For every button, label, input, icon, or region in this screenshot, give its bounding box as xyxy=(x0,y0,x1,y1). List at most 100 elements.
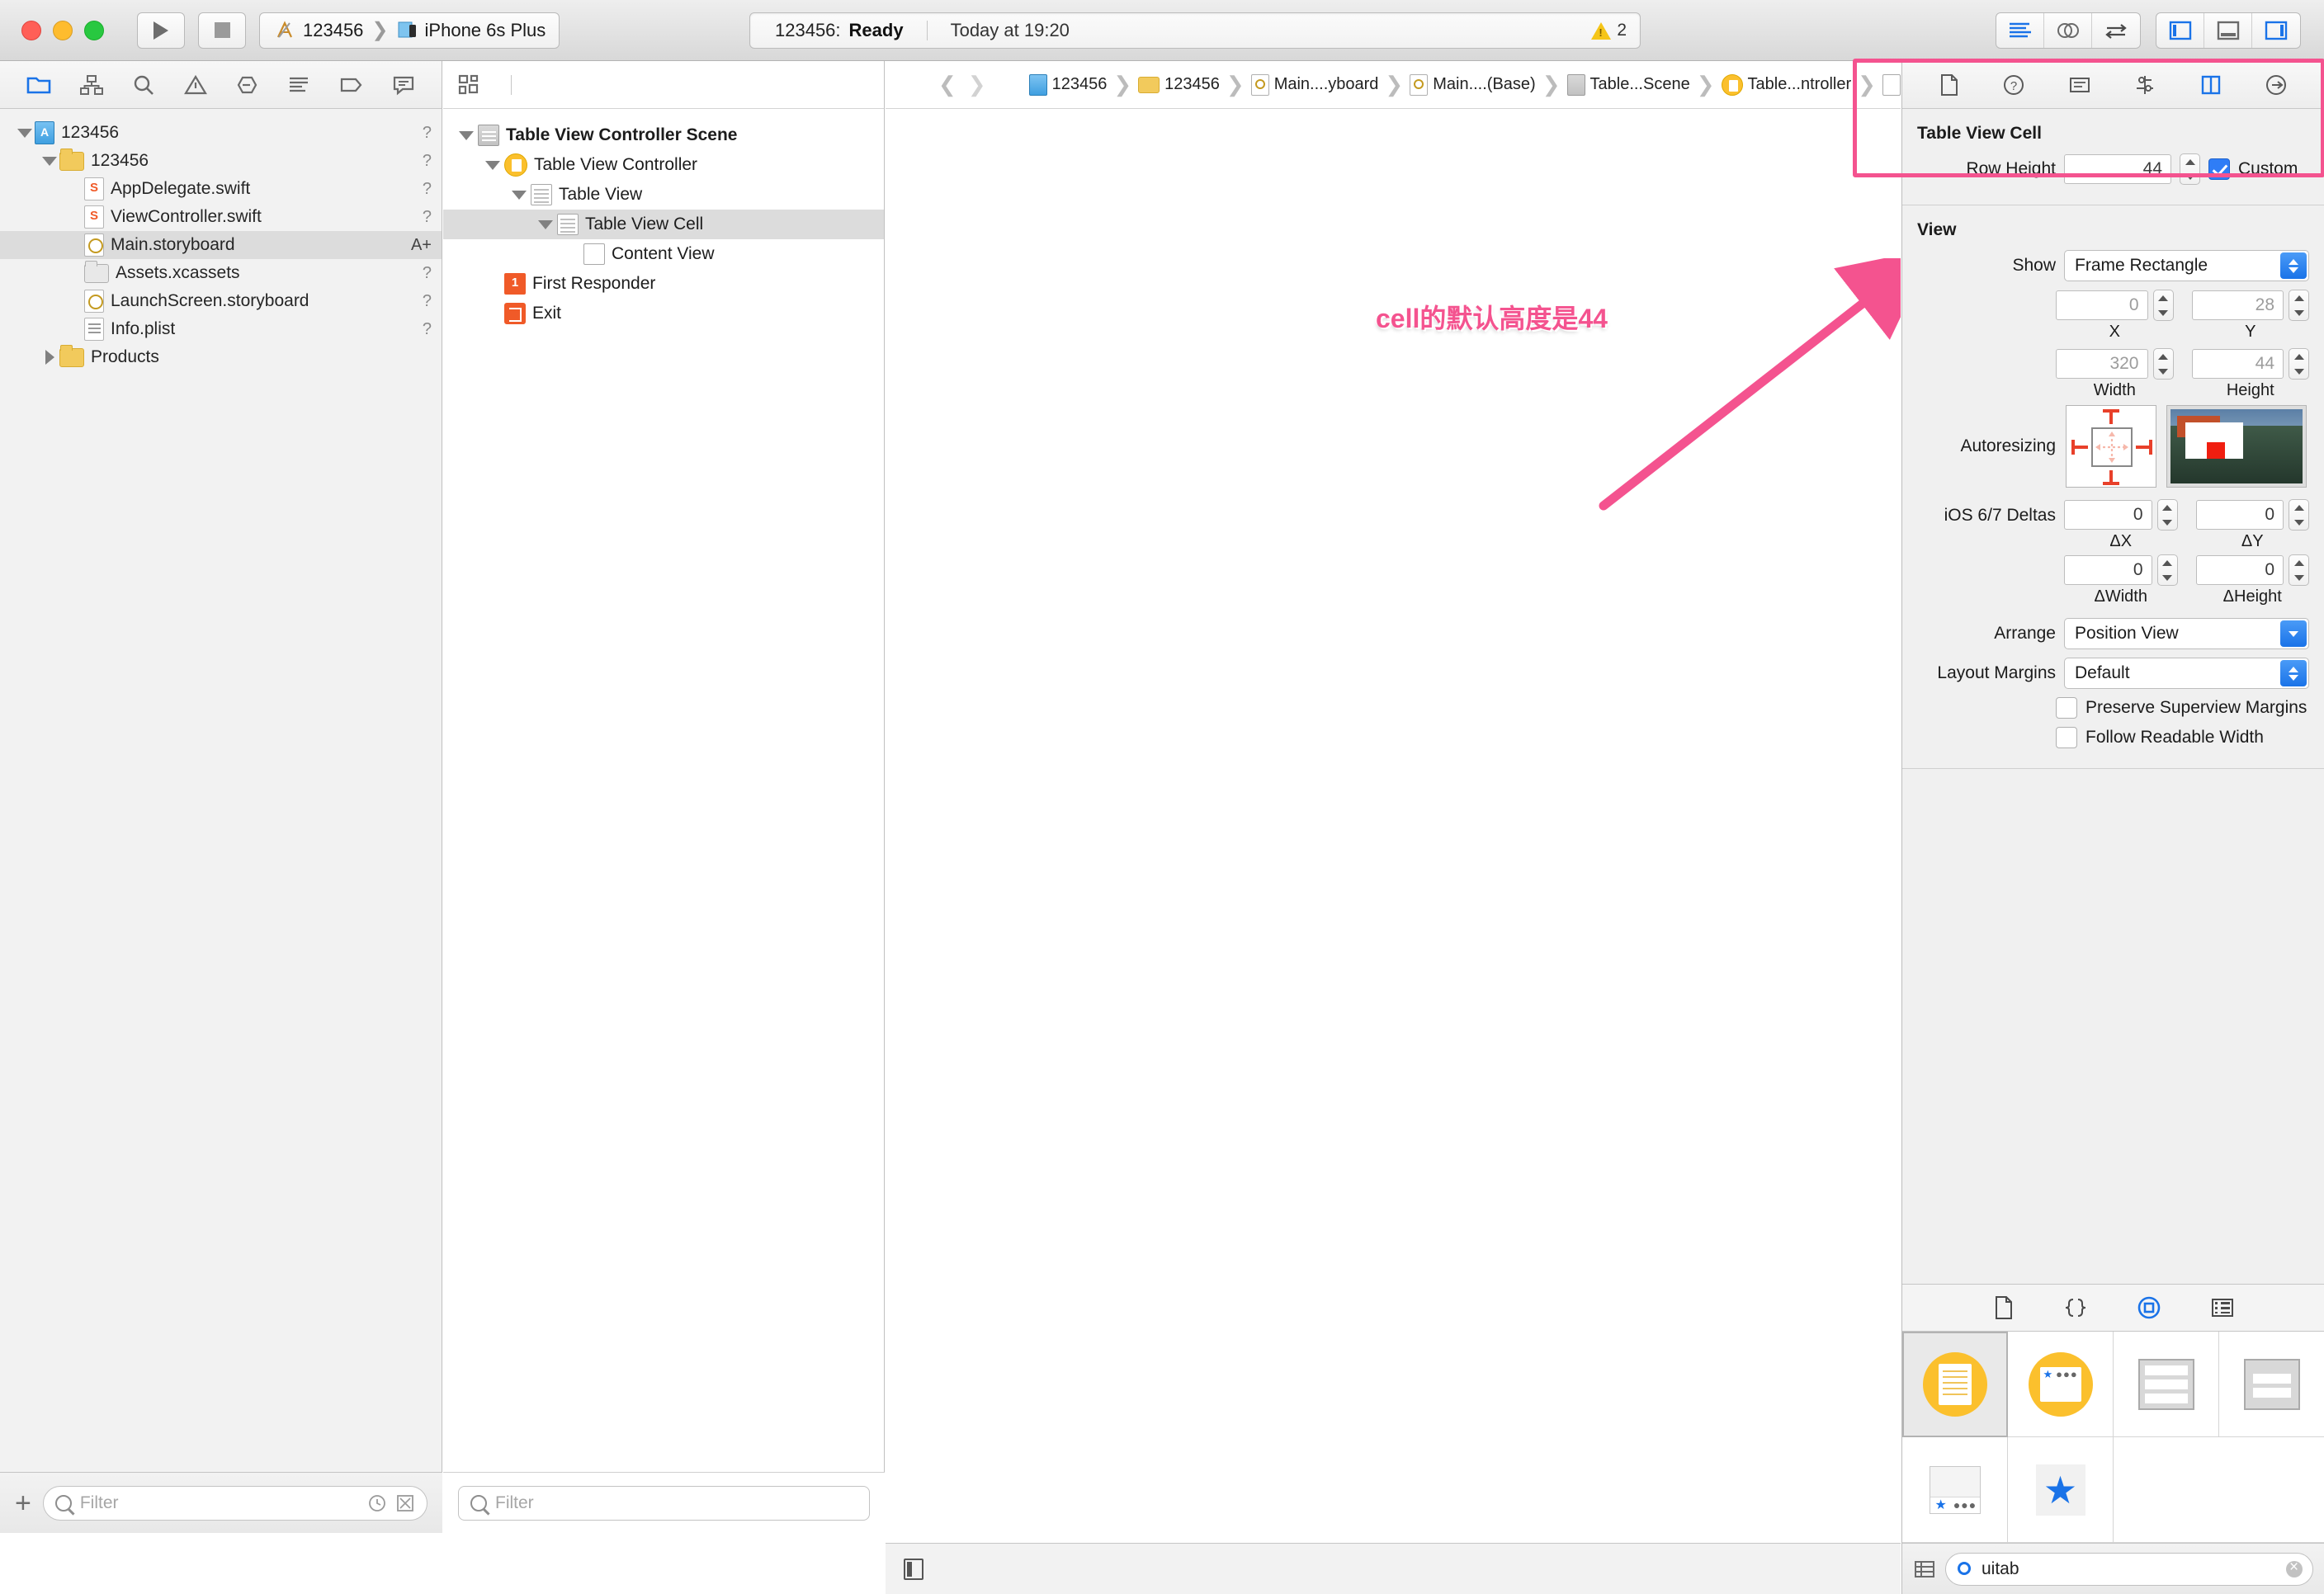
symbol-navigator-icon[interactable] xyxy=(80,74,104,96)
back-button[interactable]: ❮ xyxy=(938,72,957,97)
warning-badge[interactable]: 2 xyxy=(1591,21,1627,40)
autoresize-top-strut[interactable] xyxy=(2109,411,2113,424)
breadcrumb-item[interactable]: Main....yboard xyxy=(1250,73,1378,96)
clear-icon[interactable] xyxy=(2286,1559,2303,1577)
file-template-library-icon[interactable] xyxy=(1992,1295,2015,1320)
issue-navigator-icon[interactable] xyxy=(183,74,207,96)
navigator-row[interactable]: 123456? xyxy=(0,147,442,175)
preserve-superview-margins-checkbox[interactable] xyxy=(2056,697,2077,719)
close-button[interactable] xyxy=(21,20,41,40)
autoresizing-control[interactable] xyxy=(2066,405,2156,488)
outline-row[interactable]: Table View xyxy=(443,180,884,210)
autoresize-left-strut[interactable] xyxy=(2073,446,2088,449)
project-navigator-icon[interactable] xyxy=(26,74,51,96)
library-filter-icon[interactable] xyxy=(1914,1559,1935,1579)
disclosure-triangle[interactable] xyxy=(481,160,504,170)
breadcrumb-item[interactable]: 123456 xyxy=(1028,73,1107,96)
zoom-button[interactable] xyxy=(84,20,104,40)
disclosure-triangle[interactable] xyxy=(15,128,35,138)
navigator-row[interactable]: Products xyxy=(0,343,442,371)
breadcrumb-item[interactable]: Main....(Base) xyxy=(1410,73,1536,96)
breadcrumb-item[interactable]: 123456 xyxy=(1138,75,1220,94)
frame-height-stepper[interactable] xyxy=(2289,348,2309,380)
library-item-table-view-controller[interactable]: ★ ●●● xyxy=(2008,1332,2114,1437)
breakpoint-navigator-icon[interactable] xyxy=(340,74,363,96)
follow-readable-width-checkbox[interactable] xyxy=(2056,727,2077,748)
version-editor-button[interactable] xyxy=(2092,13,2140,48)
navigator-row[interactable]: Info.plist? xyxy=(0,315,442,343)
arrange-select[interactable]: Position View xyxy=(2064,618,2309,649)
outline-grid-icon[interactable] xyxy=(458,73,483,97)
library-item-view-controller[interactable] xyxy=(1902,1332,2008,1437)
delta-x-stepper[interactable] xyxy=(2156,499,2178,531)
navigator-row[interactable]: LaunchScreen.storyboard? xyxy=(0,287,442,315)
toggle-utilities-button[interactable] xyxy=(2252,13,2300,48)
outline-row[interactable]: Content View xyxy=(443,239,884,269)
report-navigator-icon[interactable] xyxy=(392,74,415,96)
find-navigator-icon[interactable] xyxy=(133,74,154,96)
delta-width-input[interactable]: 0 xyxy=(2064,555,2152,585)
navigator-row[interactable]: AppDelegate.swift? xyxy=(0,175,442,203)
outline-row[interactable]: Table View Controller Scene xyxy=(443,120,884,150)
delta-height-stepper[interactable] xyxy=(2289,554,2309,586)
run-button[interactable] xyxy=(137,12,185,49)
add-file-button[interactable]: + xyxy=(15,1489,31,1517)
navigator-filter-field[interactable]: Filter xyxy=(42,1485,427,1521)
outline-row[interactable]: Table View Controller xyxy=(443,150,884,180)
code-snippet-library-icon[interactable] xyxy=(2063,1295,2088,1320)
show-select[interactable]: Frame Rectangle xyxy=(2064,250,2309,281)
delta-y-stepper[interactable] xyxy=(2289,499,2309,531)
library-item-image-view[interactable]: ★ xyxy=(2008,1437,2114,1543)
disclosure-triangle[interactable] xyxy=(40,350,59,365)
debug-navigator-icon[interactable] xyxy=(287,74,310,96)
library-item-section-header[interactable]: ★ ●●● xyxy=(1902,1437,2008,1543)
storyboard-canvas[interactable]: cell的默认高度是44 Prototype Cells xyxy=(886,110,1901,1543)
navigator-row[interactable]: 123456? xyxy=(0,119,442,147)
recent-files-filter-icon[interactable] xyxy=(367,1493,387,1513)
library-search-field[interactable]: uitab xyxy=(1945,1552,2313,1586)
test-navigator-icon[interactable] xyxy=(236,74,257,96)
outline-row[interactable]: Table View Cell xyxy=(443,210,884,239)
delta-y-input[interactable]: 0 xyxy=(2195,500,2284,530)
library-item-table-view[interactable] xyxy=(2114,1332,2219,1437)
outline-row-label: Table View Cell xyxy=(585,215,704,233)
navigator-row[interactable]: Main.storyboard A+ xyxy=(0,231,442,259)
delta-x-input[interactable]: 0 xyxy=(2064,500,2152,530)
forward-button[interactable]: ❯ xyxy=(968,72,986,97)
disclosure-triangle[interactable] xyxy=(40,156,59,166)
toggle-outline-icon[interactable] xyxy=(904,1558,923,1580)
object-library-icon[interactable] xyxy=(2136,1295,2162,1321)
navigator-row-label: 123456 xyxy=(91,151,149,170)
scheme-selector[interactable]: 123456 ❯ iPhone 6s Plus xyxy=(259,12,560,49)
disclosure-triangle[interactable] xyxy=(534,219,557,229)
navigator-row[interactable]: Assets.xcassets? xyxy=(0,259,442,287)
delta-width-stepper[interactable] xyxy=(2156,554,2178,586)
frame-width-input[interactable]: 320 xyxy=(2056,349,2148,379)
navigator-row[interactable]: ViewController.swift? xyxy=(0,203,442,231)
disclosure-triangle[interactable] xyxy=(508,190,531,200)
minimize-button[interactable] xyxy=(53,20,73,40)
stop-button[interactable] xyxy=(198,12,246,49)
media-library-icon[interactable] xyxy=(2210,1296,2235,1319)
frame-width-stepper[interactable] xyxy=(2152,348,2174,380)
layout-margins-select[interactable]: Default xyxy=(2064,658,2309,689)
standard-editor-button[interactable] xyxy=(1996,13,2044,48)
outline-row[interactable]: First Responder xyxy=(443,269,884,299)
assistant-editor-button[interactable] xyxy=(2044,13,2092,48)
show-label: Show xyxy=(2012,256,2056,275)
outline-row[interactable]: Exit xyxy=(443,299,884,328)
frame-y-input[interactable]: 28 xyxy=(2191,290,2284,320)
library-item-table-view-cell[interactable] xyxy=(2219,1332,2324,1437)
breadcrumb-item[interactable]: Table...ntroller xyxy=(1721,73,1851,96)
disclosure-triangle[interactable] xyxy=(455,130,478,140)
delta-height-input[interactable]: 0 xyxy=(2195,555,2284,585)
frame-height-input[interactable]: 44 xyxy=(2191,349,2284,379)
outline-filter-field[interactable]: Filter xyxy=(458,1485,870,1521)
breadcrumb-item[interactable]: Table...Scene xyxy=(1566,73,1690,96)
source-control-filter-icon[interactable] xyxy=(395,1493,415,1513)
frame-y-stepper[interactable] xyxy=(2289,290,2309,321)
frame-x-input[interactable]: 0 xyxy=(2056,290,2148,320)
frame-x-stepper[interactable] xyxy=(2152,290,2174,321)
toggle-debug-area-button[interactable] xyxy=(2204,13,2252,48)
toggle-navigator-button[interactable] xyxy=(2156,13,2204,48)
